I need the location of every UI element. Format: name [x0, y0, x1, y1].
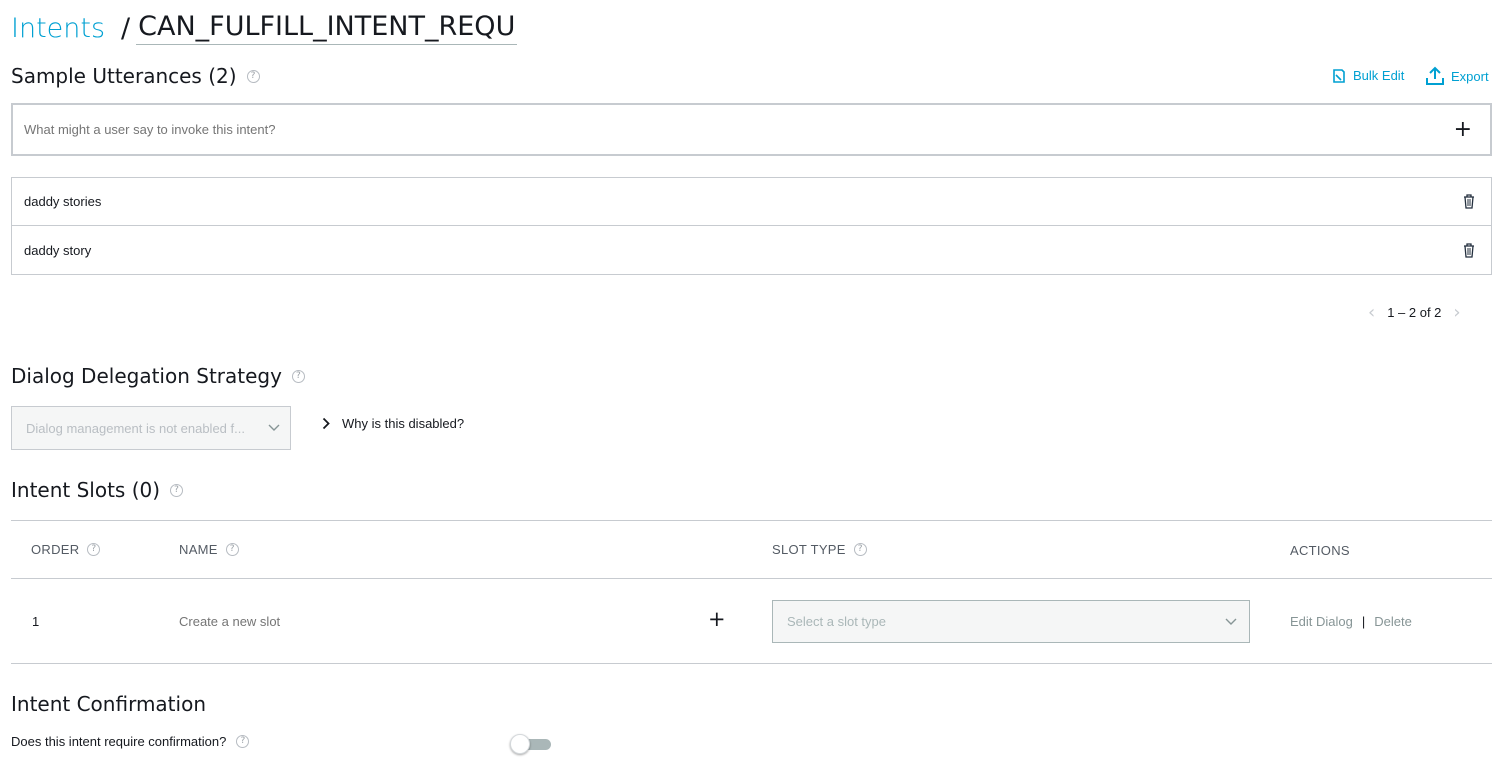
utterance-list: daddy stories daddy story	[11, 177, 1492, 275]
chevron-right-icon	[322, 417, 330, 430]
column-order-label: ORDER	[31, 542, 80, 557]
help-icon[interactable]: ?	[236, 735, 250, 748]
why-disabled-label: Why is this disabled?	[342, 416, 465, 431]
slots-title: Intent Slots (0)	[11, 478, 161, 502]
slot-order: 1	[32, 614, 40, 629]
utterance-input-box: +	[11, 103, 1492, 156]
utterance-text: daddy story	[24, 242, 92, 258]
chevron-down-icon	[268, 424, 280, 431]
help-icon[interactable]: ?	[291, 369, 305, 383]
upload-icon	[1426, 66, 1444, 85]
actions-separator: |	[1361, 614, 1366, 629]
chevron-left-icon[interactable]: ‹	[1368, 302, 1375, 323]
help-icon[interactable]: ?	[246, 69, 260, 83]
confirmation-toggle[interactable]	[510, 734, 552, 754]
column-slot-type: SLOT TYPE ?	[772, 542, 867, 557]
chevron-right-icon[interactable]: ›	[1453, 302, 1460, 323]
column-actions-label: ACTIONS	[1290, 543, 1350, 558]
slot-type-select[interactable]: Select a slot type	[772, 600, 1250, 643]
export-label: Export	[1451, 68, 1489, 84]
slot-type-placeholder: Select a slot type	[787, 614, 886, 629]
help-icon[interactable]: ?	[170, 483, 184, 497]
utterances-header: Sample Utterances (2) ?	[11, 64, 260, 88]
list-item[interactable]: daddy stories	[11, 177, 1492, 226]
add-slot-icon[interactable]: +	[708, 609, 726, 630]
why-disabled-toggle[interactable]: Why is this disabled?	[322, 416, 464, 431]
breadcrumb-separator: /	[121, 12, 131, 44]
column-slot-type-label: SLOT TYPE	[772, 542, 846, 557]
new-slot-name-input[interactable]	[179, 609, 679, 633]
column-name: NAME ?	[179, 542, 239, 557]
confirmation-question: Does this intent require confirmation? ?	[11, 734, 250, 749]
delete-link[interactable]: Delete	[1374, 614, 1412, 629]
chevron-down-icon	[1225, 618, 1237, 625]
help-icon[interactable]: ?	[87, 543, 101, 556]
breadcrumb: Intents / CAN_FULFILL_INTENT_REQU	[11, 8, 518, 48]
bulk-edit-icon	[1333, 68, 1345, 83]
toggle-knob	[510, 734, 530, 754]
slots-table-header: ORDER ? NAME ? SLOT TYPE ? ACTIONS	[11, 521, 1492, 579]
trash-icon[interactable]	[1463, 242, 1475, 258]
utterances-title: Sample Utterances (2)	[11, 64, 237, 88]
slot-actions: Edit Dialog | Delete	[1290, 614, 1412, 629]
dialog-title: Dialog Delegation Strategy	[11, 364, 282, 388]
bulk-edit-button[interactable]: Bulk Edit	[1332, 68, 1404, 83]
bulk-edit-label: Bulk Edit	[1353, 68, 1405, 83]
column-actions: ACTIONS	[1290, 543, 1350, 558]
utterance-text: daddy stories	[24, 194, 102, 209]
trash-icon[interactable]	[1463, 194, 1475, 209]
slots-table: ORDER ? NAME ? SLOT TYPE ? ACTIONS 1 + S…	[11, 520, 1492, 664]
pagination-label: 1 – 2 of 2	[1387, 305, 1442, 320]
column-name-label: NAME	[179, 542, 218, 557]
export-button[interactable]: Export	[1425, 66, 1489, 86]
edit-dialog-link[interactable]: Edit Dialog	[1290, 614, 1353, 629]
list-item[interactable]: daddy story	[11, 226, 1492, 275]
confirmation-title: Intent Confirmation	[11, 692, 206, 716]
dialog-select-value: Dialog management is not enabled f...	[26, 420, 245, 436]
breadcrumb-intents-link[interactable]: Intents	[11, 13, 105, 44]
confirmation-question-label: Does this intent require confirmation?	[11, 734, 227, 749]
slots-header: Intent Slots (0) ?	[11, 478, 184, 502]
table-row: 1 + Select a slot type Edit Dialog | Del…	[11, 579, 1492, 664]
intent-name-field[interactable]: CAN_FULFILL_INTENT_REQU	[136, 11, 518, 45]
dialog-delegation-select[interactable]: Dialog management is not enabled f...	[11, 406, 291, 450]
help-icon[interactable]: ?	[225, 543, 239, 556]
dialog-header: Dialog Delegation Strategy ?	[11, 364, 305, 388]
help-icon[interactable]: ?	[853, 543, 867, 556]
utterance-input[interactable]	[24, 122, 1324, 137]
column-order: ORDER ?	[31, 542, 101, 557]
pagination: ‹ 1 – 2 of 2 ›	[1368, 302, 1461, 323]
add-utterance-icon[interactable]: +	[1454, 118, 1472, 141]
